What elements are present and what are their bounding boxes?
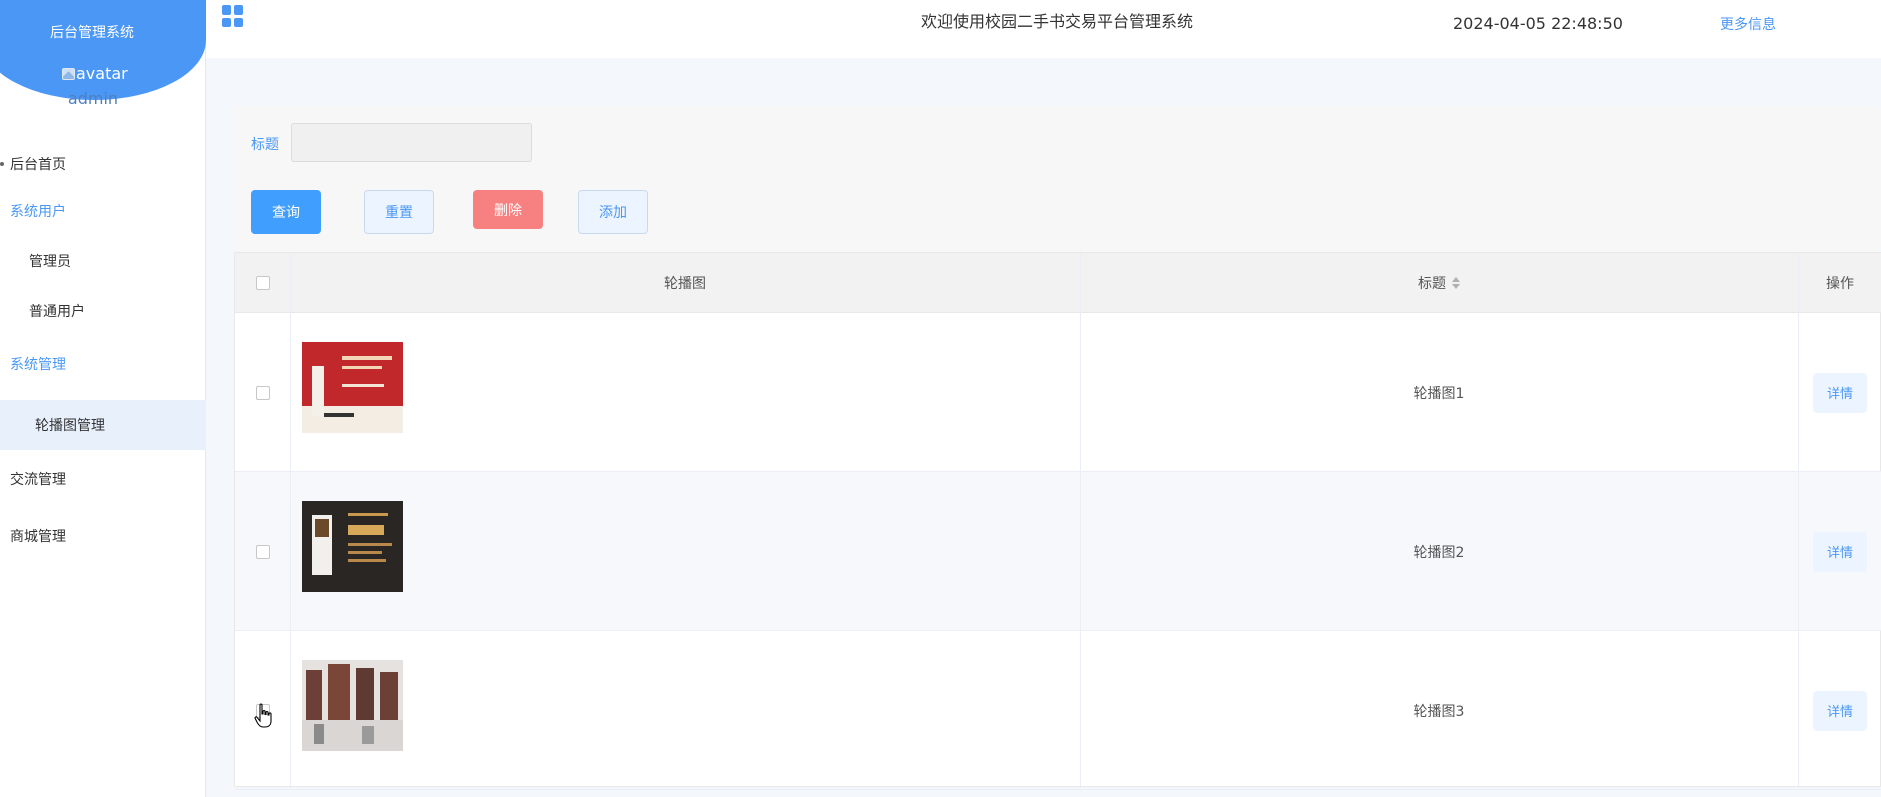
column-divider	[1798, 253, 1799, 788]
actions-cell: 详情	[1798, 631, 1881, 790]
bullet-icon	[0, 162, 4, 166]
sidebar-item-label: 交流管理	[10, 472, 66, 488]
detail-button[interactable]: 详情	[1813, 531, 1867, 572]
header-checkbox-cell	[235, 253, 290, 313]
carousel-thumbnail	[302, 342, 403, 433]
column-header-title-label: 标题	[1418, 276, 1446, 292]
title-cell: 轮播图3	[1413, 703, 1465, 720]
top-header: 欢迎使用校园二手书交易平台管理系统 2024-04-05 22:48:50 更多…	[206, 0, 1881, 58]
title-cell: 轮播图2	[1413, 544, 1465, 561]
username: admin	[67, 89, 119, 108]
menu-grid-icon[interactable]	[222, 5, 244, 27]
sidebar-item-carousel-management[interactable]: 轮播图管理	[0, 400, 206, 450]
column-header-image: 轮播图	[664, 276, 706, 292]
row-checkbox-cell	[235, 313, 290, 472]
sidebar-item-label: 系统管理	[10, 357, 66, 373]
title-filter-input[interactable]	[291, 123, 532, 162]
system-title: 后台管理系统	[50, 25, 134, 41]
sidebar-item-admins[interactable]: 管理员	[0, 237, 206, 285]
table-row: 轮播图3 详情	[235, 631, 1881, 790]
table-row: 轮播图1 详情	[235, 313, 1881, 472]
more-info-link[interactable]: 更多信息	[1720, 14, 1776, 34]
sidebar-item-shop-management[interactable]: 商城管理	[0, 512, 206, 560]
column-divider	[1080, 253, 1081, 788]
sort-icon[interactable]	[1452, 277, 1460, 289]
row-checkbox[interactable]	[255, 385, 270, 400]
broken-image-icon	[62, 67, 75, 80]
sidebar-group-system-users[interactable]: 系统用户	[0, 187, 206, 235]
column-divider	[290, 253, 291, 788]
sidebar-group-system-management[interactable]: 系统管理	[0, 340, 206, 388]
query-button[interactable]: 查询	[251, 190, 321, 234]
column-header-title[interactable]: 标题	[1080, 253, 1798, 313]
sidebar-item-forum-management[interactable]: 交流管理	[0, 455, 206, 503]
detail-button[interactable]: 详情	[1813, 372, 1867, 413]
table-row: 轮播图2 详情	[235, 472, 1881, 631]
current-datetime: 2024-04-05 22:48:50	[1453, 14, 1623, 33]
sidebar-item-regular-users[interactable]: 普通用户	[0, 287, 206, 335]
row-checkbox[interactable]	[255, 544, 270, 559]
table-header: 轮播图 标题 操作	[235, 253, 1881, 313]
row-checkbox-cell	[235, 472, 290, 631]
sidebar-item-home[interactable]: 后台首页	[0, 140, 206, 188]
sidebar-item-label: 后台首页	[10, 157, 66, 173]
carousel-table: 轮播图 标题 操作 轮播图1 详情 轮播图2 详情 轮播图3 详情	[234, 252, 1881, 790]
delete-button[interactable]: 删除	[473, 190, 543, 229]
sidebar-item-label: 轮播图管理	[35, 418, 105, 434]
sidebar-item-label: 商城管理	[10, 529, 66, 545]
sidebar-item-label: 管理员	[29, 254, 71, 270]
detail-button[interactable]: 详情	[1813, 690, 1867, 731]
profile-header	[0, 0, 206, 100]
title-cell: 轮播图1	[1413, 385, 1465, 402]
carousel-thumbnail	[302, 501, 403, 592]
title-filter-label: 标题	[251, 137, 279, 153]
sidebar-item-label: 普通用户	[29, 304, 85, 320]
hand-cursor-icon	[254, 703, 272, 728]
avatar: avatar	[62, 64, 128, 83]
column-header-actions: 操作	[1826, 276, 1854, 292]
add-button[interactable]: 添加	[578, 190, 648, 234]
sidebar: 后台管理系统 avatar admin 后台首页 系统用户 管理员 普通用户 系…	[0, 0, 206, 797]
sidebar-item-label: 系统用户	[10, 204, 66, 220]
reset-button[interactable]: 重置	[364, 190, 434, 234]
welcome-text: 欢迎使用校园二手书交易平台管理系统	[921, 12, 1194, 31]
actions-cell: 详情	[1798, 472, 1881, 631]
avatar-alt-text: avatar	[76, 64, 128, 83]
carousel-thumbnail	[302, 660, 403, 751]
actions-cell: 详情	[1798, 313, 1881, 472]
select-all-checkbox[interactable]	[255, 276, 270, 290]
